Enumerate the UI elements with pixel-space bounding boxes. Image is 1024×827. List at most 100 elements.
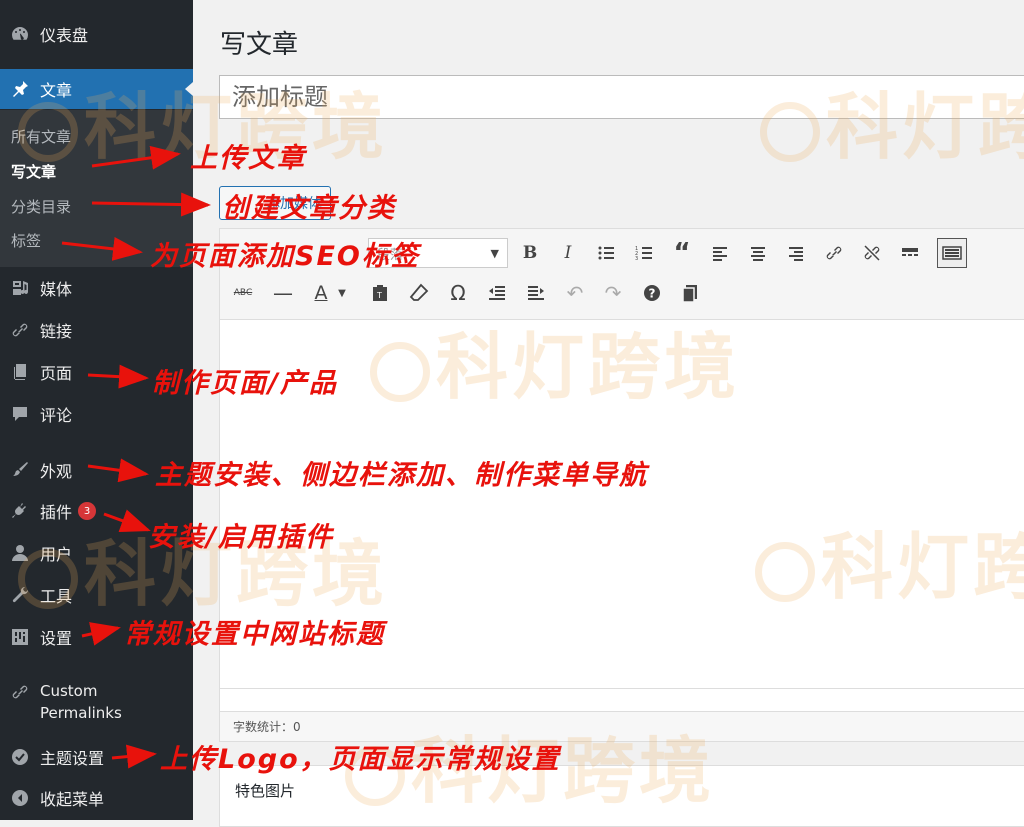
special-character-button[interactable]: Ω xyxy=(443,278,473,308)
menu-appearance-label: 外观 xyxy=(40,462,73,481)
unlink-icon xyxy=(864,245,880,261)
annotation-seo-tags: 为页面添加SEO标签 xyxy=(150,241,420,272)
blockquote-button[interactable]: “ xyxy=(667,238,697,268)
outdent-button[interactable] xyxy=(482,278,512,308)
indent-icon xyxy=(528,286,544,300)
submenu-write-post[interactable]: 写文章 xyxy=(11,161,56,182)
menu-settings-label: 设置 xyxy=(40,629,73,648)
menu-comments[interactable]: 评论 xyxy=(0,394,193,434)
help-button[interactable]: ? xyxy=(637,278,667,308)
collapse-menu-label: 收起菜单 xyxy=(40,790,105,809)
link-icon xyxy=(8,680,32,704)
bullet-list-button[interactable] xyxy=(591,238,621,268)
read-more-icon xyxy=(902,248,918,256)
align-left-button[interactable] xyxy=(705,238,735,268)
check-badge-icon xyxy=(8,745,32,769)
menu-tools[interactable]: 工具 xyxy=(0,575,193,615)
custom-permalinks-line1: Custom xyxy=(40,682,98,700)
indent-button[interactable] xyxy=(521,278,551,308)
menu-links-label: 链接 xyxy=(40,322,73,341)
wrench-icon xyxy=(8,583,32,607)
menu-links[interactable]: 链接 xyxy=(0,310,193,350)
page-title: 写文章 xyxy=(220,30,299,60)
collapse-menu-button[interactable]: 收起菜单 xyxy=(0,778,193,818)
menu-media[interactable]: 媒体 xyxy=(0,268,193,308)
clipboard-icon: T xyxy=(373,285,387,301)
menu-plugins-label: 插件 xyxy=(40,503,73,522)
chevron-down-icon: ▼ xyxy=(490,247,499,260)
text-color-button[interactable]: A xyxy=(306,278,336,308)
bullet-list-icon xyxy=(598,246,614,260)
align-left-icon xyxy=(713,247,727,261)
keyboard-icon xyxy=(942,246,962,260)
pin-icon xyxy=(8,77,32,101)
pages-icon xyxy=(8,360,32,384)
link-icon xyxy=(826,246,842,260)
align-right-button[interactable] xyxy=(781,238,811,268)
annotation-logo: 上传Logo，页面显示常规设置 xyxy=(160,744,561,775)
outdent-icon xyxy=(489,286,505,300)
custom-permalinks-line2: Permalinks xyxy=(40,704,122,722)
paste-as-text-button[interactable]: T xyxy=(365,278,395,308)
svg-text:T: T xyxy=(376,291,382,300)
help-icon: ? xyxy=(644,285,660,301)
menu-theme-settings-label: 主题设置 xyxy=(40,749,105,768)
menu-custom-permalinks-label: Custom Permalinks xyxy=(40,680,122,724)
dashboard-icon xyxy=(8,22,32,46)
toolbar-toggle-button[interactable] xyxy=(937,238,967,268)
plugins-update-badge: 3 xyxy=(78,502,97,520)
menu-media-label: 媒体 xyxy=(40,280,73,299)
eraser-icon xyxy=(409,283,429,301)
clear-formatting-button[interactable] xyxy=(404,278,434,308)
menu-comments-label: 评论 xyxy=(40,406,73,425)
collapse-arrow-icon xyxy=(8,786,32,810)
link-icon xyxy=(8,318,32,342)
submenu-all-posts[interactable]: 所有文章 xyxy=(11,126,71,147)
menu-posts[interactable]: 文章 xyxy=(0,69,193,109)
menu-pages-label: 页面 xyxy=(40,364,73,383)
featured-image-title: 特色图片 xyxy=(235,782,296,800)
user-icon xyxy=(8,541,32,565)
comment-icon xyxy=(8,402,32,426)
annotation-create-category: 创建文章分类 xyxy=(222,193,396,224)
annotation-make-pages: 制作页面/产品 xyxy=(152,368,338,399)
bold-button[interactable]: B xyxy=(515,238,545,268)
numbered-list-icon: 123 xyxy=(635,246,652,262)
remove-link-button[interactable] xyxy=(857,238,887,268)
svg-text:?: ? xyxy=(649,287,656,301)
text-color-dropdown[interactable]: ▼ xyxy=(334,278,350,308)
read-more-button[interactable] xyxy=(895,238,925,268)
menu-users-label: 用户 xyxy=(40,545,73,564)
annotation-upload-post: 上传文章 xyxy=(190,143,306,174)
copy-paste-button[interactable] xyxy=(675,278,705,308)
italic-button[interactable]: I xyxy=(553,238,583,268)
post-title-input[interactable] xyxy=(219,75,1024,119)
redo-button[interactable]: ↷ xyxy=(598,278,628,308)
menu-custom-permalinks[interactable]: Custom Permalinks xyxy=(0,680,193,728)
word-count: 字数统计：0 xyxy=(233,720,301,734)
copy-icon xyxy=(682,285,697,303)
align-center-button[interactable] xyxy=(743,238,773,268)
admin-sidebar: 仪表盘 文章 所有文章 写文章 分类目录 标签 媒体 链接 页面 评论 外观 插… xyxy=(0,0,193,820)
strikethrough-button[interactable]: ABC xyxy=(228,278,258,308)
align-right-icon xyxy=(789,247,803,261)
settings-sliders-icon xyxy=(8,625,32,649)
insert-link-button[interactable] xyxy=(819,238,849,268)
media-icon xyxy=(8,276,32,300)
menu-posts-label: 文章 xyxy=(40,81,73,100)
menu-tools-label: 工具 xyxy=(40,587,73,606)
annotation-theme-install: 主题安装、侧边栏添加、制作菜单导航 xyxy=(155,460,648,491)
align-center-icon xyxy=(751,247,765,261)
annotation-plugins: 安装/启用插件 xyxy=(148,522,334,553)
menu-dashboard-label: 仪表盘 xyxy=(40,26,89,45)
menu-dashboard[interactable]: 仪表盘 xyxy=(0,14,193,54)
numbered-list-button[interactable]: 123 xyxy=(629,238,659,268)
undo-button[interactable]: ↶ xyxy=(560,278,590,308)
svg-text:3: 3 xyxy=(635,256,638,262)
submenu-tags[interactable]: 标签 xyxy=(11,230,41,251)
paintbrush-icon xyxy=(8,458,32,482)
horizontal-line-button[interactable]: — xyxy=(268,278,298,308)
annotation-site-title: 常规设置中网站标题 xyxy=(124,619,385,650)
submenu-categories[interactable]: 分类目录 xyxy=(11,196,71,217)
plugin-icon xyxy=(8,499,32,523)
